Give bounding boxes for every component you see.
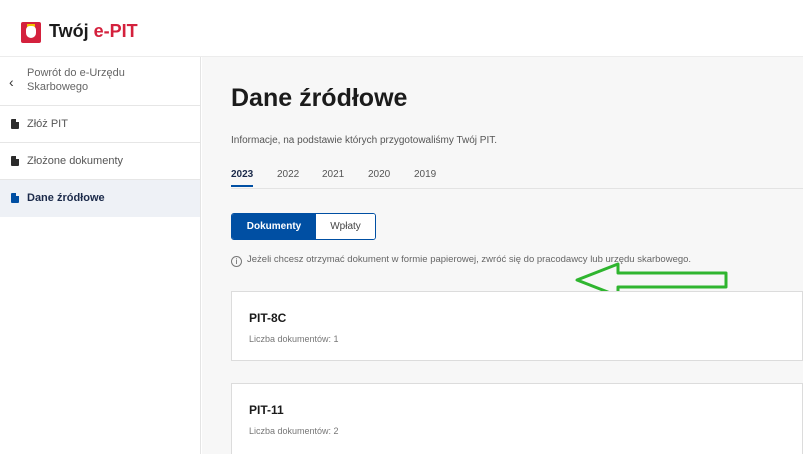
sidebar: ‹ Powrót do e-Urzędu Skarbowego Złóż PIT… [0,57,201,454]
document-card-pit-8c[interactable]: PIT-8C Liczba dokumentów: 1 [231,291,803,361]
info-text: Jeżeli chcesz otrzymać dokument w formie… [247,254,692,265]
payments-button[interactable]: Wpłaty [316,214,375,239]
chevron-left-icon: ‹ [9,74,14,90]
tab-2023[interactable]: 2023 [231,169,254,187]
sidebar-item-label: Powrót do e-Urzędu Skarbowego [27,67,125,93]
sidebar-item-label: Dane źródłowe [27,192,105,204]
sidebar-item-label: Złóż PIT [27,118,68,130]
tab-2020[interactable]: 2020 [368,169,390,185]
tab-2021[interactable]: 2021 [322,169,344,185]
app-header: Twój e-PIT [0,0,803,57]
info-note: i Jeżeli chcesz otrzymać dokument w formi… [231,254,691,267]
document-card-pit-11[interactable]: PIT-11 Liczba dokumentów: 2 [231,383,803,454]
tabs-divider [231,188,803,189]
page-title: Dane źródłowe [231,84,408,112]
document-card-title: PIT-11 [249,403,284,417]
document-card-count: Liczba dokumentów: 2 [249,426,339,436]
main-content: Dane źródłowe Informacje, na podstawie k… [202,57,803,454]
documents-payments-toggle: Dokumenty Wpłaty [231,213,376,240]
info-icon: i [231,256,242,267]
document-icon [11,193,19,203]
sidebar-item-zloz-pit[interactable]: Złóż PIT [0,106,200,143]
document-icon [11,119,19,129]
tab-2019[interactable]: 2019 [414,169,436,185]
sidebar-item-label: Złożone dokumenty [27,155,123,167]
sidebar-item-back[interactable]: ‹ Powrót do e-Urzędu Skarbowego [0,57,200,106]
document-icon [11,156,19,166]
documents-button[interactable]: Dokumenty [232,214,316,239]
page-description: Informacje, na podstawie których przygot… [231,135,498,146]
sidebar-item-zlozone-dokumenty[interactable]: Złożone dokumenty [0,143,200,180]
tab-2022[interactable]: 2022 [277,169,299,185]
document-card-title: PIT-8C [249,311,287,325]
polish-eagle-emblem-icon [21,22,41,43]
app-logo[interactable]: Twój e-PIT [49,21,138,42]
document-card-count: Liczba dokumentów: 1 [249,334,339,344]
sidebar-item-dane-zrodlowe[interactable]: Dane źródłowe [0,180,200,217]
